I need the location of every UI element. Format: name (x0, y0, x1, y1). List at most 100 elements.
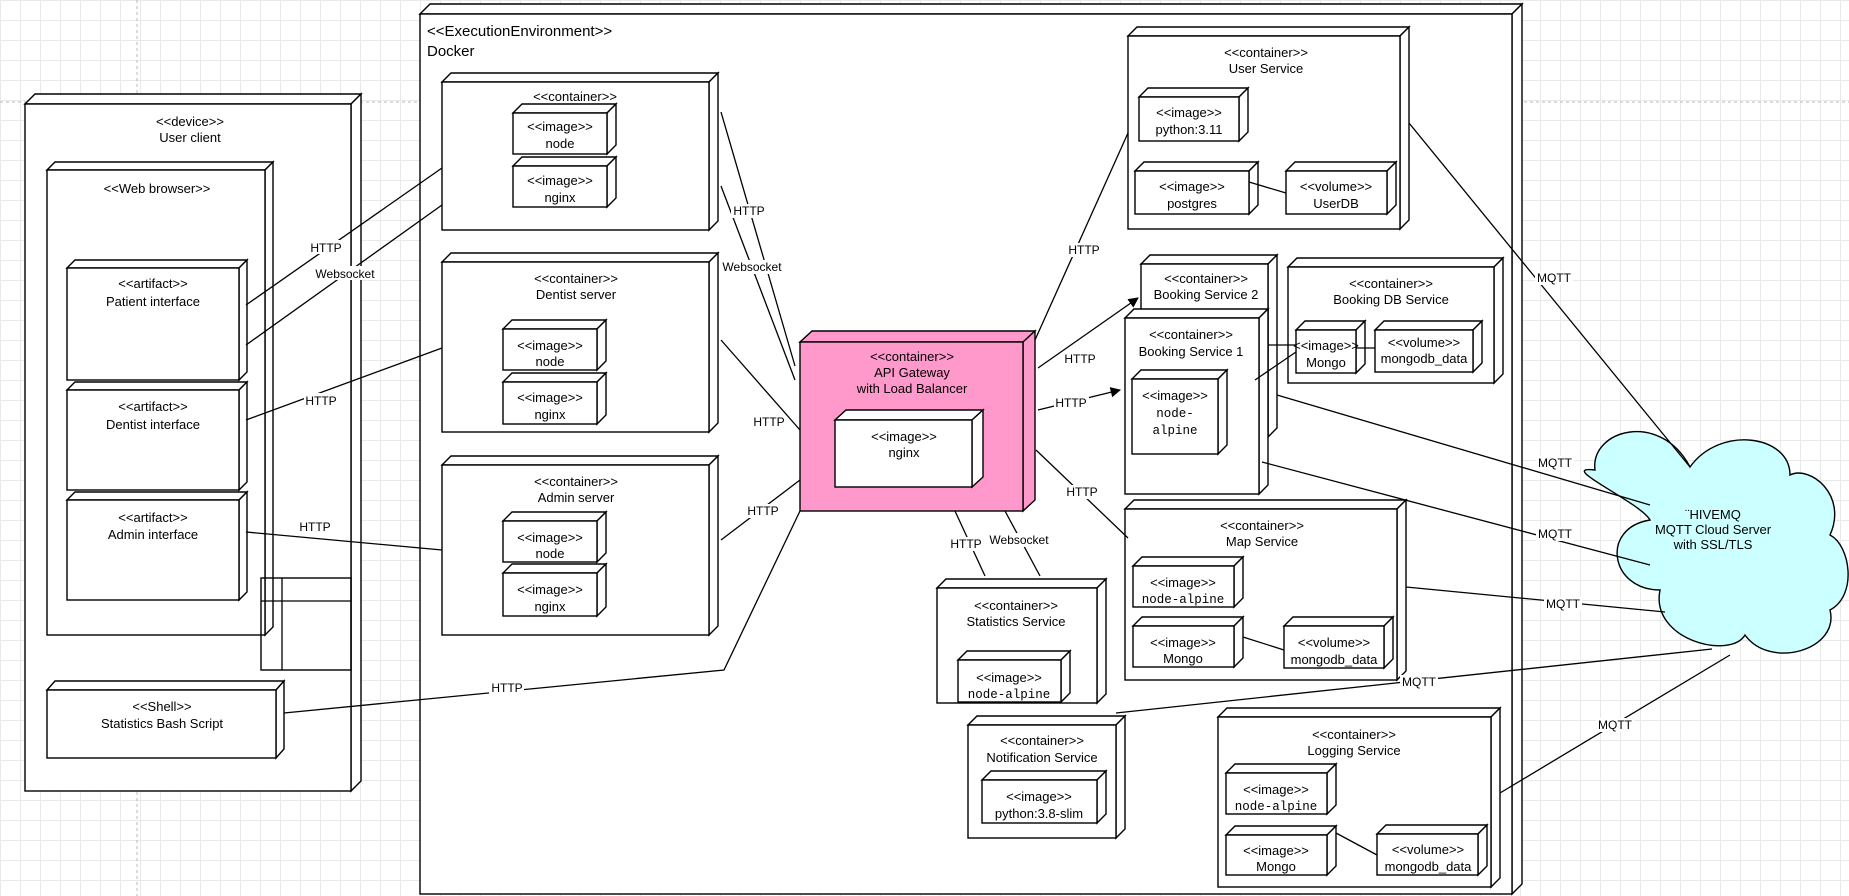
booking-db-image-stereotype: <<image>> (1293, 338, 1359, 353)
logging-name: Logging Service (1307, 743, 1400, 758)
artifact-admin-interface[interactable]: <<artifact>> Admin interface (65, 490, 249, 602)
label-shell-http: HTTP (491, 681, 522, 695)
image-patient-nginx[interactable]: <<image>> nginx (511, 155, 618, 209)
image-notification-python[interactable]: <<image>> python:3.8-slim (980, 769, 1108, 825)
user-service-name: User Service (1229, 61, 1303, 76)
admin-node-name: node (536, 546, 565, 561)
dentist-server-name: Dentist server (536, 287, 617, 302)
admin-node-stereotype: <<image>> (517, 530, 583, 545)
api-gateway-name-2: with Load Balancer (856, 381, 968, 396)
device-stereotype: <<device>> (156, 114, 224, 129)
patient-nginx-stereotype: <<image>> (527, 173, 593, 188)
image-user-postgres[interactable]: <<image>> postgres (1133, 160, 1260, 216)
image-gateway-nginx[interactable]: <<image>> nginx (833, 408, 985, 489)
admin-nginx-stereotype: <<image>> (517, 582, 583, 597)
statistics-image-name: node-alpine (968, 688, 1051, 702)
label-booking1-mqtt: MQTT (1538, 527, 1573, 541)
deployment-diagram: <<ExecutionEnvironment>> Docker <<device… (0, 0, 1849, 896)
hivemq-line3: with SSL/TLS (1673, 537, 1753, 552)
notification-stereotype: <<container>> (1000, 733, 1084, 748)
booking1-image-name-1: node- (1156, 407, 1194, 421)
patient-server-stereotype: <<container>> (533, 89, 617, 104)
statistics-image-stereotype: <<image>> (976, 670, 1042, 685)
user-service-stereotype: <<container>> (1224, 45, 1308, 60)
shell-name: Statistics Bash Script (101, 716, 223, 731)
docker-stereotype: <<ExecutionEnvironment>> (427, 23, 612, 40)
label-gateway-map-http: HTTP (1066, 485, 1097, 499)
hivemq-cloud[interactable]: ¨HIVEMQ MQTT Cloud Server with SSL/TLS (1583, 430, 1849, 654)
label-patient-http: HTTP (310, 241, 341, 255)
label-dentist-http: HTTP (305, 394, 336, 408)
statistics-name: Statistics Service (967, 614, 1066, 629)
booking-db-volume-stereotype: <<volume>> (1388, 335, 1460, 350)
artifact-patient-interface[interactable]: <<artifact>> Patient interface (65, 258, 249, 382)
image-user-python[interactable]: <<image>> python:3.11 (1137, 86, 1250, 143)
volume-user-db[interactable]: <<volume>> UserDB (1284, 160, 1398, 216)
shell-stereotype: <<Shell>> (132, 699, 191, 714)
booking2-name: Booking Service 2 (1154, 287, 1259, 302)
dentist-server-stereotype: <<container>> (534, 271, 618, 286)
logging-mongo-name: Mongo (1256, 859, 1296, 874)
label-patient-server-websocket: Websocket (722, 260, 782, 274)
gateway-nginx-name: nginx (888, 445, 920, 460)
volume-logging-db[interactable]: <<volume>> mongodb_data (1375, 823, 1489, 877)
image-dentist-node[interactable]: <<image>> node (501, 318, 608, 372)
map-volume-stereotype: <<volume>> (1298, 635, 1370, 650)
user-postgres-stereotype: <<image>> (1159, 179, 1225, 194)
label-booking2-mqtt: MQTT (1538, 456, 1573, 470)
booking-db-volume-name: mongodb_data (1381, 351, 1469, 366)
image-booking1-node-alpine[interactable]: <<image>> node- alpine (1130, 368, 1229, 456)
label-admin-http: HTTP (299, 520, 330, 534)
userdb-stereotype: <<volume>> (1300, 179, 1372, 194)
label-gateway-statistics-websocket: Websocket (989, 533, 1049, 547)
volume-map-db[interactable]: <<volume>> mongodb_data (1282, 615, 1395, 670)
dentist-node-name: node (536, 354, 565, 369)
userdb-name: UserDB (1313, 196, 1359, 211)
image-statistics-node-alpine[interactable]: <<image>> node-alpine (956, 649, 1072, 704)
dentist-node-stereotype: <<image>> (517, 338, 583, 353)
logging-node-stereotype: <<image>> (1243, 782, 1309, 797)
artifact-dentist-interface[interactable]: <<artifact>> Dentist interface (65, 380, 249, 492)
image-patient-node[interactable]: <<image>> node (511, 102, 618, 156)
label-admin-server-http: HTTP (747, 504, 778, 518)
image-map-node-alpine[interactable]: <<image>> node-alpine (1131, 555, 1245, 609)
dentist-artifact-stereotype: <<artifact>> (118, 399, 187, 414)
dentist-nginx-stereotype: <<image>> (517, 390, 583, 405)
admin-nginx-name: nginx (534, 599, 566, 614)
image-dentist-nginx[interactable]: <<image>> nginx (501, 371, 608, 426)
booking-db-name: Booking DB Service (1333, 292, 1449, 307)
logging-mongo-stereotype: <<image>> (1243, 843, 1309, 858)
logging-node-name: node-alpine (1235, 800, 1318, 814)
booking1-stereotype: <<container>> (1149, 327, 1233, 342)
shell-statistics-bash-script[interactable]: <<Shell>> Statistics Bash Script (45, 679, 286, 760)
patient-artifact-name: Patient interface (106, 294, 200, 309)
image-logging-mongo[interactable]: <<image>> Mongo (1224, 824, 1338, 877)
label-patient-server-http: HTTP (733, 204, 764, 218)
device-name: User client (159, 130, 221, 145)
label-gateway-user-http: HTTP (1068, 243, 1099, 257)
user-python-stereotype: <<image>> (1156, 105, 1222, 120)
image-map-mongo[interactable]: <<image>> Mongo (1131, 615, 1245, 669)
image-admin-node[interactable]: <<image>> node (501, 510, 608, 564)
image-logging-node-alpine[interactable]: <<image>> node-alpine (1224, 762, 1338, 816)
user-postgres-name: postgres (1167, 196, 1217, 211)
api-gateway-stereotype: <<container>> (870, 349, 954, 364)
map-mongo-stereotype: <<image>> (1150, 635, 1216, 650)
api-gateway-name-1: API Gateway (874, 365, 950, 380)
hivemq-line2: MQTT Cloud Server (1655, 522, 1772, 537)
map-service-stereotype: <<container>> (1220, 518, 1304, 533)
admin-server-stereotype: <<container>> (534, 474, 618, 489)
booking-db-stereotype: <<container>> (1349, 276, 1433, 291)
booking1-name: Booking Service 1 (1139, 344, 1244, 359)
label-gateway-booking1-http: HTTP (1055, 396, 1086, 410)
patient-node-name: node (546, 136, 575, 151)
booking2-stereotype: <<container>> (1164, 271, 1248, 286)
image-admin-nginx[interactable]: <<image>> nginx (501, 562, 608, 618)
patient-artifact-stereotype: <<artifact>> (118, 276, 187, 291)
map-volume-name: mongodb_data (1291, 652, 1379, 667)
volume-booking-db[interactable]: <<volume>> mongodb_data (1373, 319, 1484, 374)
map-node-stereotype: <<image>> (1150, 575, 1216, 590)
image-booking-db-mongo[interactable]: <<image>> Mongo (1293, 319, 1367, 375)
user-python-name: python:3.11 (1156, 122, 1223, 137)
statistics-stereotype: <<container>> (974, 598, 1058, 613)
